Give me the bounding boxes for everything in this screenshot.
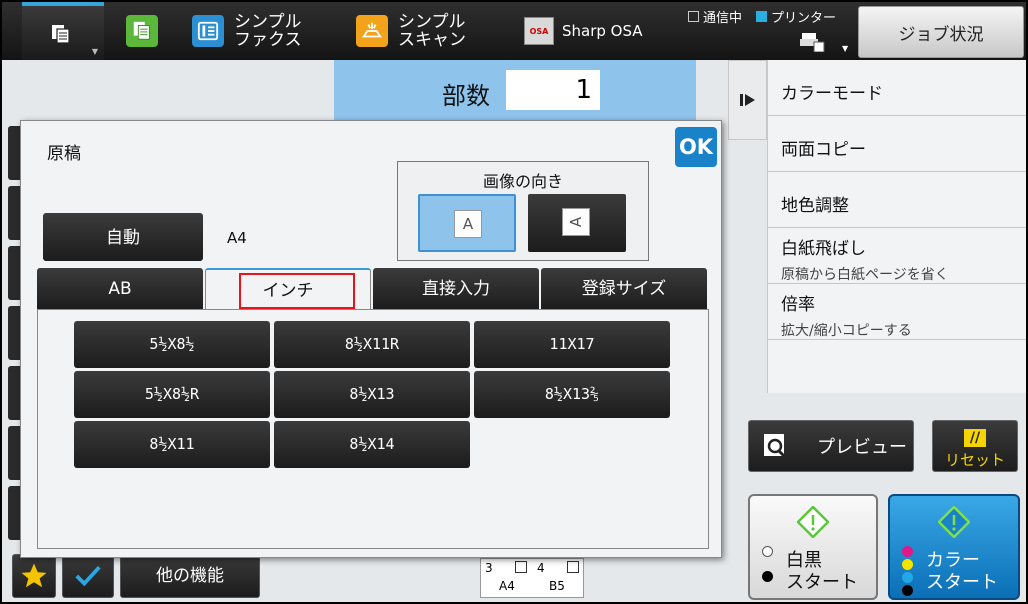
blank-page-skip-label: 白紙飛ばし	[781, 239, 866, 259]
tab-ab[interactable]: AB	[37, 268, 203, 310]
ok-button[interactable]: OK	[675, 127, 717, 167]
bw-start-button[interactable]: 白黒 スタート	[748, 494, 878, 600]
size-button-8-5x14[interactable]: 8½X14	[274, 421, 470, 468]
cmyk-indicator	[902, 546, 913, 596]
duplex-copy-label: 両面コピー	[781, 140, 866, 160]
copies-panel: 部数 1	[334, 60, 696, 120]
background-adjust-label: 地色調整	[781, 196, 849, 216]
star-icon	[21, 563, 47, 588]
tab-registered-size[interactable]: 登録サイズ	[541, 268, 707, 310]
landscape-page-icon: A	[562, 208, 590, 236]
color-start-label: カラー スタート	[926, 550, 998, 593]
tray-3-number: 3	[485, 561, 493, 575]
simple-scan-label: シンプル スキャン	[398, 12, 466, 50]
tray-4-icon	[567, 561, 579, 573]
status-dropdown-icon[interactable]: ▼	[842, 44, 848, 53]
dropdown-arrow-icon: ▼	[91, 47, 98, 56]
size-button-5-5x8-5r[interactable]: 5½X8½R	[74, 371, 270, 418]
printer-status-label: プリンター	[771, 11, 837, 26]
comm-status-indicator	[688, 11, 699, 22]
blank-page-skip-desc: 原稿から白紙ページを省く	[781, 267, 949, 283]
home-button[interactable]: ▼	[22, 2, 104, 60]
inch-size-panel: 5½X8½ 8½X11R 11X17 5½X8½R 8½X13 8½X13⅖ 8…	[37, 309, 709, 549]
size-button-8-5x11[interactable]: 8½X11	[74, 421, 270, 468]
preview-label: プレビュー	[817, 437, 907, 458]
background-adjust-item[interactable]: 地色調整	[768, 172, 1026, 228]
reset-label: リセット	[944, 451, 1005, 469]
job-status-button[interactable]: ジョブ状況	[858, 6, 1024, 58]
reset-icon: //	[964, 429, 986, 447]
start-diamond-icon	[797, 506, 829, 538]
paper-tray-indicator[interactable]: 3 A4 4 B5	[480, 558, 584, 598]
copy-app-icon	[126, 15, 158, 47]
image-orientation-group: 画像の向き A A	[397, 161, 649, 261]
simple-fax-label: シンプル ファクス	[234, 12, 302, 50]
orientation-portrait-button[interactable]: A	[418, 194, 516, 252]
size-button-11x17[interactable]: 11X17	[474, 321, 670, 368]
color-mode-label: カラーモード	[781, 84, 883, 104]
auto-size-button[interactable]: 自動	[43, 213, 203, 261]
status-area: 通信中 プリンター	[688, 7, 836, 26]
copies-input[interactable]: 1	[506, 70, 600, 110]
function-list: カラーモード 両面コピー 地色調整 白紙飛ばし 原稿から白紙ページを省く 倍率 …	[767, 60, 1026, 393]
check-button[interactable]	[62, 554, 114, 598]
other-functions-button[interactable]: 他の機能	[120, 554, 260, 598]
bw-start-label: 白黒 スタート	[786, 550, 858, 593]
copy-app-button[interactable]	[126, 2, 158, 60]
ratio-desc: 拡大/縮小コピーする	[781, 323, 912, 339]
size-tabs: AB インチ 直接入力 登録サイズ	[37, 268, 709, 312]
tray-4-number: 4	[537, 561, 545, 575]
fax-icon	[192, 15, 224, 47]
play-arrow-icon	[739, 94, 755, 106]
bw-indicator	[762, 546, 773, 582]
screen: ▼ シンプル ファクス シンプル スキャン OSA Sharp OSA 通信中	[2, 2, 1026, 602]
preview-icon	[764, 434, 786, 458]
device-status-icon[interactable]	[800, 30, 826, 52]
color-start-button[interactable]: カラー スタート	[888, 494, 1020, 600]
sharp-osa-label: Sharp OSA	[562, 22, 643, 40]
tray-3-size: A4	[499, 579, 515, 593]
dialog-title: 原稿	[47, 144, 81, 164]
tray-3-icon	[515, 561, 527, 573]
tab-direct-input[interactable]: 直接入力	[373, 268, 539, 310]
copy-mode-icon	[52, 25, 70, 44]
preview-button[interactable]: プレビュー	[748, 420, 914, 472]
comm-status-label: 通信中	[703, 11, 743, 26]
orientation-landscape-button[interactable]: A	[528, 194, 626, 252]
simple-fax-button[interactable]: シンプル ファクス	[192, 2, 302, 60]
size-button-8-5x13[interactable]: 8½X13	[274, 371, 470, 418]
ratio-label: 倍率	[781, 295, 815, 315]
top-bar: ▼ シンプル ファクス シンプル スキャン OSA Sharp OSA 通信中	[2, 2, 1026, 60]
printer-status-indicator	[756, 11, 768, 22]
expand-panel-button[interactable]	[728, 60, 767, 140]
original-size-dialog: 原稿 OK 自動 A4 画像の向き A A AB インチ 直接入力 登録サイズ …	[20, 120, 722, 558]
scan-icon	[356, 15, 388, 47]
ratio-item[interactable]: 倍率 拡大/縮小コピーする	[768, 284, 1026, 340]
orientation-label: 画像の向き	[482, 172, 563, 191]
osa-icon: OSA	[524, 17, 554, 45]
checkmark-icon	[75, 565, 101, 587]
duplex-copy-item[interactable]: 両面コピー	[768, 116, 1026, 172]
reset-button[interactable]: // リセット	[932, 420, 1018, 472]
current-size: A4	[227, 229, 247, 247]
blank-page-skip-item[interactable]: 白紙飛ばし 原稿から白紙ページを省く	[768, 228, 1026, 284]
portrait-page-icon: A	[454, 210, 482, 238]
size-button-8-5x13-4[interactable]: 8½X13⅖	[474, 371, 670, 418]
favorite-button[interactable]	[12, 554, 56, 598]
tab-inch[interactable]: インチ	[205, 268, 371, 312]
copies-label: 部数	[442, 82, 490, 110]
color-mode-item[interactable]: カラーモード	[768, 60, 1026, 116]
tray-4-size: B5	[549, 579, 565, 593]
simple-scan-button[interactable]: シンプル スキャン	[356, 2, 466, 60]
size-button-8-5x11r[interactable]: 8½X11R	[274, 321, 470, 368]
sharp-osa-button[interactable]: OSA Sharp OSA	[524, 2, 643, 60]
size-button-5-5x8-5[interactable]: 5½X8½	[74, 321, 270, 368]
start-diamond-icon	[938, 506, 970, 538]
